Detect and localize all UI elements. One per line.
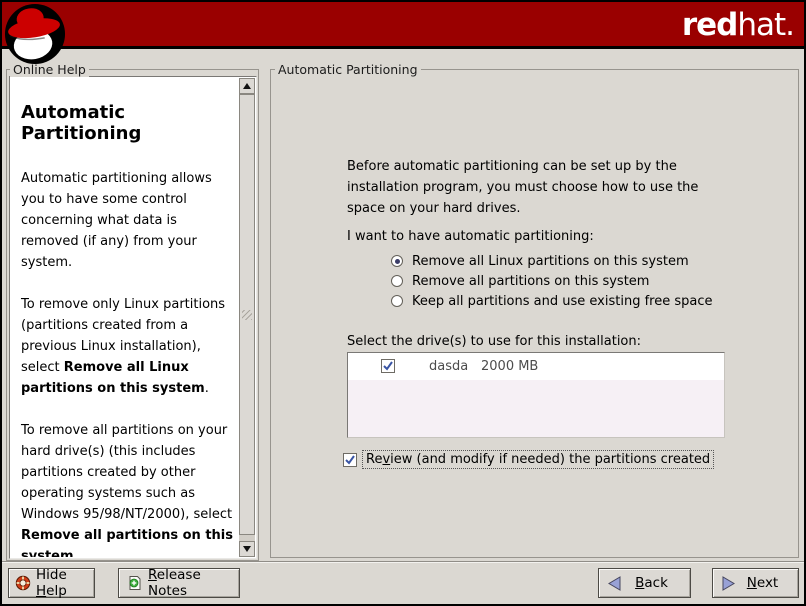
radio-option-remove-linux[interactable]: Remove all Linux partitions on this syst… — [391, 251, 712, 271]
installer-window: redhat. Online Help Automatic Partitioni… — [0, 0, 806, 606]
arrow-up-icon — [243, 83, 251, 89]
button-label: Next — [747, 575, 778, 591]
intro-text: Before automatic partitioning can be set… — [347, 156, 719, 219]
redhat-shadowman-logo-icon — [4, 3, 66, 65]
label-segment: elp — [46, 583, 67, 599]
drives-select-label: Select the drive(s) to use for this inst… — [347, 331, 641, 352]
radio-button[interactable] — [391, 295, 403, 307]
label-mnemonic: H — [36, 583, 46, 599]
help-paragraph: Automatic partitioning allows you to hav… — [21, 168, 234, 273]
radio-option-remove-all[interactable]: Remove all partitions on this system — [391, 271, 712, 291]
review-checkbox[interactable] — [343, 453, 357, 467]
hide-help-button[interactable]: Hide Help — [8, 568, 95, 598]
label-segment: Hide — [36, 567, 67, 583]
label-mnemonic: R — [148, 567, 157, 583]
wordmark-light: hat. — [737, 7, 794, 43]
review-partitions-row: Review (and modify if needed) the partit… — [343, 450, 714, 469]
help-paragraph: To remove only Linux partitions (partiti… — [21, 294, 234, 399]
drive-name: dasda — [429, 359, 468, 374]
help-paragraph: To remove all partitions on your hard dr… — [21, 420, 234, 557]
help-scrollbar[interactable] — [239, 78, 255, 557]
document-plus-icon — [127, 575, 143, 591]
label-mnemonic: v — [382, 452, 390, 467]
radio-button[interactable] — [391, 275, 403, 287]
label-segment: ack — [644, 575, 668, 591]
help-content: Automatic Partitioning Automatic partiti… — [11, 78, 238, 557]
button-label: Back — [635, 575, 668, 591]
help-text-segment: . — [205, 381, 209, 396]
label-mnemonic: B — [635, 575, 644, 591]
scroll-up-button[interactable] — [239, 78, 255, 94]
check-icon — [382, 360, 394, 372]
redhat-wordmark: redhat. — [682, 7, 794, 43]
question-text: I want to have automatic partitioning: — [347, 226, 594, 247]
drive-checkbox[interactable] — [381, 359, 395, 373]
label-segment: elease Notes — [148, 567, 201, 599]
wordmark-bold: red — [682, 7, 738, 43]
footer-separator — [2, 561, 804, 563]
help-text-bold-segment: Remove all partitions on this system — [21, 528, 233, 557]
help-heading: Automatic Partitioning — [21, 102, 234, 144]
button-label: Hide Help — [36, 567, 94, 599]
automatic-partitioning-panel — [270, 69, 799, 558]
scroll-down-button[interactable] — [239, 541, 255, 557]
button-label: Release Notes — [148, 567, 239, 599]
drive-list: dasda 2000 MB — [347, 352, 725, 438]
radio-label: Keep all partitions and use existing fre… — [412, 294, 712, 309]
life-buoy-icon — [15, 575, 31, 591]
label-mnemonic: N — [747, 575, 757, 591]
thumb-grip-icon — [242, 310, 252, 320]
label-segment: ext — [757, 575, 778, 591]
label-segment: iew (and modify if needed) the partition… — [390, 452, 710, 467]
arrow-right-icon — [722, 576, 735, 591]
automatic-partitioning-frame-label: Automatic Partitioning — [275, 62, 421, 77]
radio-label: Remove all partitions on this system — [412, 274, 649, 289]
release-notes-button[interactable]: Release Notes — [118, 568, 240, 598]
label-segment: Re — [366, 452, 382, 467]
help-text-box: Automatic Partitioning Automatic partiti… — [9, 76, 257, 559]
next-button[interactable]: Next — [712, 568, 799, 598]
help-text-segment: To remove all partitions on your hard dr… — [21, 423, 232, 522]
partitioning-options: Remove all Linux partitions on this syst… — [391, 251, 712, 311]
radio-label: Remove all Linux partitions on this syst… — [412, 254, 689, 269]
check-icon — [344, 454, 356, 466]
back-button[interactable]: Back — [598, 568, 691, 598]
drive-row[interactable]: dasda 2000 MB — [348, 353, 724, 380]
radio-option-keep-all[interactable]: Keep all partitions and use existing fre… — [391, 291, 712, 311]
help-text-segment: . — [74, 549, 78, 557]
arrow-down-icon — [243, 546, 251, 552]
arrow-left-icon — [608, 576, 621, 591]
radio-button-selected[interactable] — [391, 255, 403, 267]
drive-size: 2000 MB — [481, 359, 538, 374]
scroll-thumb[interactable] — [239, 94, 255, 535]
review-checkbox-label[interactable]: Review (and modify if needed) the partit… — [362, 450, 714, 469]
